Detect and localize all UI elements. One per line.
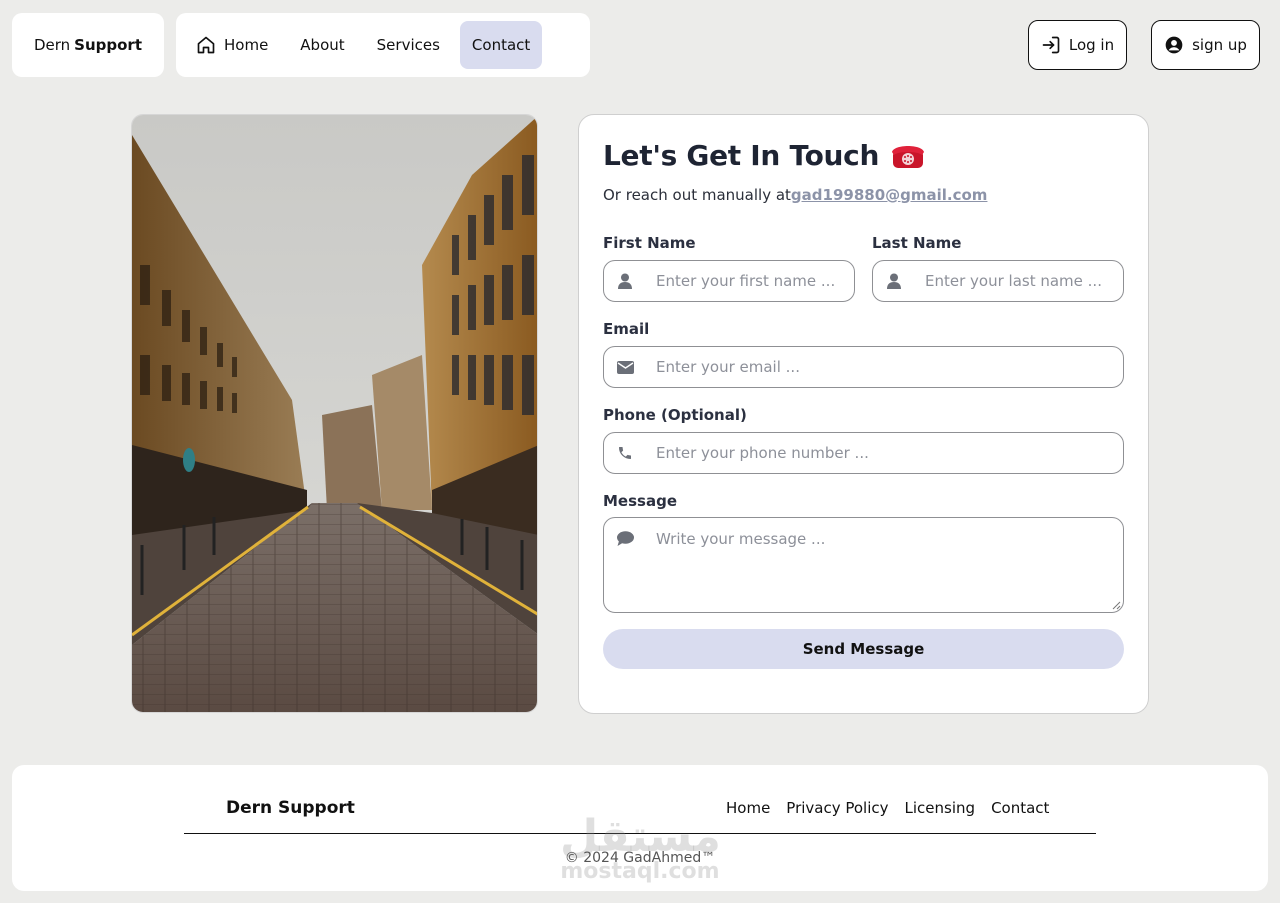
nav-contact[interactable]: Contact: [459, 21, 543, 69]
brand-logo[interactable]: Dern Support: [12, 13, 164, 77]
phone-label: Phone (Optional): [603, 406, 747, 424]
nav-about-label: About: [300, 36, 345, 54]
brand-prefix: Dern: [33, 36, 71, 54]
phone-field[interactable]: Enter your phone number ...: [603, 432, 1124, 474]
signup-button[interactable]: sign up: [1151, 20, 1260, 70]
message-textarea[interactable]: Write your message ...: [603, 517, 1124, 613]
footer-link-contact[interactable]: Contact: [991, 799, 1049, 817]
resize-handle-icon[interactable]: [1111, 600, 1121, 610]
email-label: Email: [603, 320, 650, 338]
user-icon: [885, 273, 903, 289]
footer-link-licensing[interactable]: Licensing: [905, 799, 976, 817]
reach-text: Or reach out manually atgad199880@gmail.…: [603, 186, 987, 204]
contact-title-text: Let's Get In Touch: [603, 139, 880, 172]
contact-card: Let's Get In Touch Or reach out manually…: [578, 114, 1149, 714]
phone-icon: [616, 445, 634, 461]
last-name-label: Last Name: [872, 234, 962, 252]
brand-bold: Support: [74, 36, 143, 54]
message-label: Message: [603, 492, 677, 510]
home-icon: [197, 36, 215, 54]
nav-home-label: Home: [224, 36, 269, 54]
nav-services[interactable]: Services: [365, 21, 452, 69]
footer-link-privacy[interactable]: Privacy Policy: [786, 799, 888, 817]
first-name-field[interactable]: Enter your first name ...: [603, 260, 855, 302]
footer-links: Home Privacy Policy Licensing Contact: [726, 799, 1065, 817]
last-name-placeholder: Enter your last name ...: [925, 272, 1102, 290]
nav-home[interactable]: Home: [184, 21, 280, 69]
email-placeholder: Enter your email ...: [656, 358, 800, 376]
contact-title: Let's Get In Touch: [603, 139, 925, 172]
login-icon: [1042, 36, 1060, 54]
nav-services-label: Services: [376, 36, 440, 54]
user-icon: [616, 273, 634, 289]
envelope-icon: [616, 360, 634, 374]
first-name-placeholder: Enter your first name ...: [656, 272, 836, 290]
footer-brand: Dern Support: [226, 798, 355, 818]
user-circle-icon: [1165, 36, 1183, 54]
phone-placeholder: Enter your phone number ...: [656, 444, 869, 462]
footer: Dern Support Home Privacy Policy Licensi…: [12, 765, 1268, 891]
reach-prefix: Or reach out manually at: [603, 186, 791, 204]
footer-link-home[interactable]: Home: [726, 799, 770, 817]
street-photo: [131, 114, 538, 713]
footer-copyright: © 2024 GadAhmed™: [564, 850, 716, 866]
login-label: Log in: [1068, 36, 1115, 54]
telephone-icon: [891, 142, 925, 170]
email-field[interactable]: Enter your email ...: [603, 346, 1124, 388]
login-button[interactable]: Log in: [1028, 20, 1127, 70]
watermark: مستقل mostaql.com: [560, 815, 721, 883]
signup-label: sign up: [1192, 36, 1247, 54]
chat-bubble-icon: [616, 531, 634, 546]
send-message-button[interactable]: Send Message: [603, 629, 1124, 669]
nav-about[interactable]: About: [288, 21, 356, 69]
last-name-field[interactable]: Enter your last name ...: [872, 260, 1124, 302]
email-link[interactable]: gad199880@gmail.com: [791, 186, 988, 204]
main-nav: Home About Services Contact: [176, 13, 590, 77]
first-name-label: First Name: [603, 234, 696, 252]
nav-contact-label: Contact: [471, 36, 531, 54]
message-placeholder: Write your message ...: [656, 530, 826, 548]
